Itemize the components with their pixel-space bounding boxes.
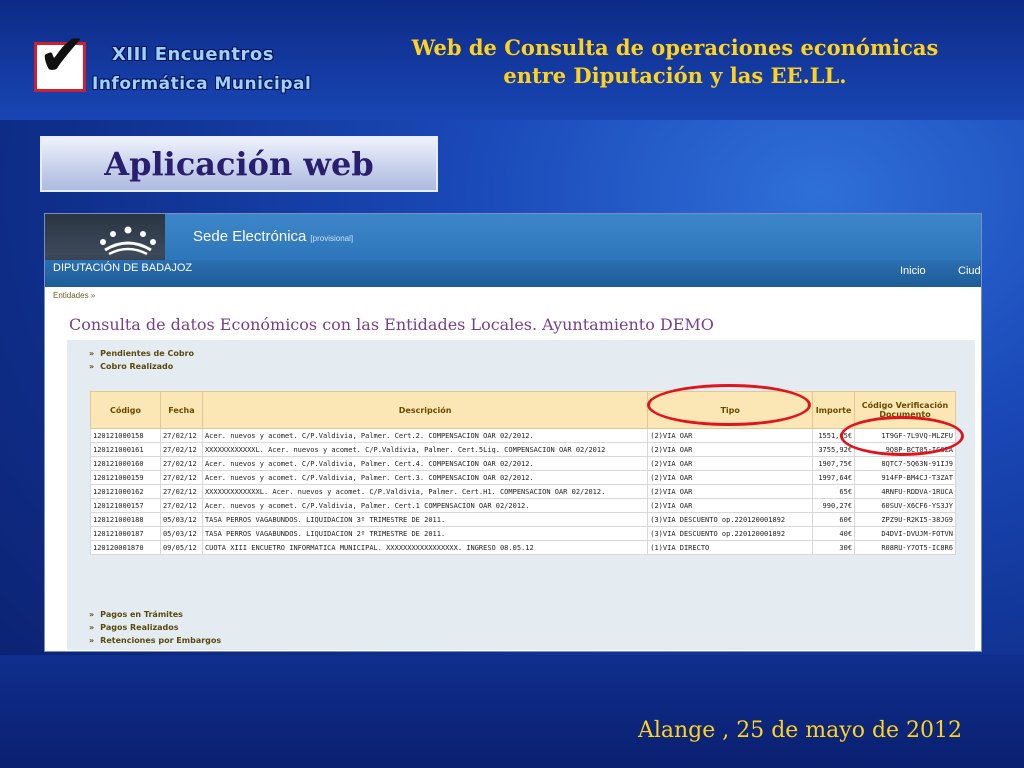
cell-codigo[interactable]: 120120001870 bbox=[90, 540, 161, 555]
logo-line2: Informática Municipal bbox=[92, 74, 312, 94]
site-name: Sede Electrónica [provisional] bbox=[193, 228, 354, 245]
cell-codigo[interactable]: 120121000157 bbox=[90, 498, 161, 513]
cell-codigo[interactable]: 120121000187 bbox=[90, 526, 161, 541]
slide-title: Web de Consulta de operaciones económica… bbox=[380, 34, 970, 90]
link-pagos-realizados[interactable]: » Pagos Realizados bbox=[89, 623, 179, 632]
section-banner: Aplicación web bbox=[40, 136, 438, 192]
cell-tipo: (2)VIA OAR bbox=[647, 470, 814, 485]
org-name: DIPUTACIÓN DE BADAJOZ bbox=[53, 262, 193, 274]
table-row: 120121000161 27/02/12 XXXXXXXXXXXXL. Acer.… bbox=[90, 442, 956, 457]
arrow-icon: » bbox=[89, 623, 95, 632]
table-row: 120121000188 05/03/12 TASA PERROS VAGABUND… bbox=[90, 512, 956, 527]
cell-tipo: (2)VIA OAR bbox=[647, 484, 814, 499]
link-cobro-realizado[interactable]: » Cobro Realizado bbox=[89, 362, 173, 371]
cell-codigo-verificacion: 914FP-BM4CJ-T3ZAT bbox=[854, 470, 956, 485]
cell-tipo: (3)VIA DESCUENTO op.220120001892 bbox=[647, 512, 814, 527]
link-retenciones-embargos[interactable]: » Retenciones por Embargos bbox=[89, 636, 221, 645]
cell-descripcion: XXXXXXXXXXXXL. Acer. nuevos y acomet. C/… bbox=[201, 442, 649, 457]
col-importe[interactable]: Importe bbox=[812, 391, 856, 429]
table-row: 120121000187 05/03/12 TASA PERROS VAGABUND… bbox=[90, 526, 956, 541]
col-fecha[interactable]: Fecha bbox=[159, 391, 203, 429]
nav-inicio[interactable]: Inicio bbox=[900, 265, 926, 277]
arrow-icon: » bbox=[89, 349, 95, 358]
cell-codigo-verificacion: 4RNFU-RDDVA-1RUCA bbox=[854, 484, 956, 499]
arrow-icon: » bbox=[89, 362, 95, 371]
site-tag: [provisional] bbox=[310, 234, 354, 243]
col-descripcion[interactable]: Descripción bbox=[201, 391, 649, 429]
cell-tipo: (3)VIA DESCUENTO op.220120001892 bbox=[647, 526, 814, 541]
slide-footer: Alange , 25 de mayo de 2012 bbox=[637, 718, 963, 743]
table-header-row: Código Fecha Descripción Tipo Importe Có… bbox=[90, 391, 956, 429]
cell-fecha: 27/02/12 bbox=[159, 442, 203, 457]
cell-codigo[interactable]: 120121000161 bbox=[90, 442, 161, 457]
diputacion-crown-icon bbox=[100, 226, 156, 256]
cell-codigo-verificacion: 60SUV-X6CF6-YS3JY bbox=[854, 498, 956, 513]
cell-descripcion: Acer. nuevos y acomet. C/P.Valdivia, Pal… bbox=[201, 456, 649, 471]
cell-importe: 40€ bbox=[812, 526, 856, 541]
cell-importe: 1907,75€ bbox=[812, 456, 856, 471]
cell-descripcion: Acer. nuevos y acomet. C/P.Valdivia, Pal… bbox=[201, 428, 649, 443]
cell-tipo: (1)VIA DIRECTO bbox=[647, 540, 814, 555]
cell-codigo-verificacion: R08RU-Y7OT5-IC8R6 bbox=[854, 540, 956, 555]
cell-codigo-verificacion: ZPZ9U-R2KI5-38JG9 bbox=[854, 512, 956, 527]
table-row: 120121000162 27/02/12 XXXXXXXXXXXXXL. Acer… bbox=[90, 484, 956, 499]
cell-fecha: 27/02/12 bbox=[159, 484, 203, 499]
cell-descripcion: Acer. nuevos y acomet. C/P.Valdivia, Pal… bbox=[201, 498, 649, 513]
cell-descripcion: CUOTA XIII ENCUETRO INFORMATICA MUNICIPA… bbox=[201, 540, 649, 555]
cell-fecha: 27/02/12 bbox=[159, 456, 203, 471]
cell-codigo[interactable]: 120121000159 bbox=[90, 470, 161, 485]
cell-fecha: 27/02/12 bbox=[159, 470, 203, 485]
cell-descripcion: TASA PERROS VAGABUNDOS. LIQUIDACION 2º T… bbox=[201, 526, 649, 541]
link-pagos-tramites[interactable]: » Pagos en Trámites bbox=[89, 610, 183, 619]
cell-fecha: 27/02/12 bbox=[159, 498, 203, 513]
cell-tipo: (2)VIA OAR bbox=[647, 456, 814, 471]
breadcrumb[interactable]: Entidades » bbox=[53, 291, 95, 300]
cell-tipo: (2)VIA OAR bbox=[647, 428, 814, 443]
cell-importe: 60€ bbox=[812, 512, 856, 527]
logo-line1: XIII Encuentros bbox=[112, 44, 274, 65]
cell-fecha: 05/03/12 bbox=[159, 526, 203, 541]
cell-codigo[interactable]: 120121000162 bbox=[90, 484, 161, 499]
arrow-icon: » bbox=[89, 636, 95, 645]
cell-tipo: (2)VIA OAR bbox=[647, 442, 814, 457]
cell-codigo-verificacion: 8QTC7-5Q63N-91IJ9 bbox=[854, 456, 956, 471]
slide-title-line2: entre Diputación y las EE.LL. bbox=[503, 63, 847, 88]
cell-importe: 1997,64€ bbox=[812, 470, 856, 485]
page-title: Consulta de datos Económicos con las Ent… bbox=[69, 315, 714, 334]
table-row: 120121000160 27/02/12 Acer. nuevos y acome… bbox=[90, 456, 956, 471]
cell-codigo[interactable]: 120121000188 bbox=[90, 512, 161, 527]
arrow-icon: » bbox=[89, 610, 95, 619]
table-row: 120120001870 09/05/12 CUOTA XIII ENCUETRO … bbox=[90, 540, 956, 555]
cell-codigo-verificacion: D4DVI-DVUJM-FOTVN bbox=[854, 526, 956, 541]
cell-descripcion: XXXXXXXXXXXXXL. Acer. nuevos y acomet. C… bbox=[201, 484, 649, 499]
cell-tipo: (2)VIA OAR bbox=[647, 498, 814, 513]
cell-descripcion: Acer. nuevos y acomet. C/P.Valdivia, Pal… bbox=[201, 470, 649, 485]
table-row: 120121000157 27/02/12 Acer. nuevos y acome… bbox=[90, 498, 956, 513]
slide-footer-band bbox=[0, 655, 1024, 768]
cell-codigo[interactable]: 120121000160 bbox=[90, 456, 161, 471]
cell-importe: 990,27€ bbox=[812, 498, 856, 513]
cell-fecha: 05/03/12 bbox=[159, 512, 203, 527]
table-row: 120121000158 27/02/12 Acer. nuevos y acome… bbox=[90, 428, 956, 443]
slide-title-line1: Web de Consulta de operaciones económica… bbox=[411, 35, 939, 60]
cell-fecha: 09/05/12 bbox=[159, 540, 203, 555]
nav-ciudadanos[interactable]: Ciud bbox=[958, 265, 981, 277]
cell-importe: 65€ bbox=[812, 484, 856, 499]
cell-importe: 30€ bbox=[812, 540, 856, 555]
highlight-oval-tipo bbox=[647, 384, 811, 426]
cell-codigo[interactable]: 120121000158 bbox=[90, 428, 161, 443]
highlight-oval-codigo bbox=[840, 416, 964, 456]
operations-table: Código Fecha Descripción Tipo Importe Có… bbox=[90, 391, 956, 555]
cell-descripcion: TASA PERROS VAGABUNDOS. LIQUIDACION 3º T… bbox=[201, 512, 649, 527]
col-codigo[interactable]: Código bbox=[90, 391, 161, 429]
table-row: 120121000159 27/02/12 Acer. nuevos y acome… bbox=[90, 470, 956, 485]
checkmark-icon: ✔ bbox=[38, 21, 87, 89]
cell-fecha: 27/02/12 bbox=[159, 428, 203, 443]
link-pendientes-cobro[interactable]: » Pendientes de Cobro bbox=[89, 349, 194, 358]
